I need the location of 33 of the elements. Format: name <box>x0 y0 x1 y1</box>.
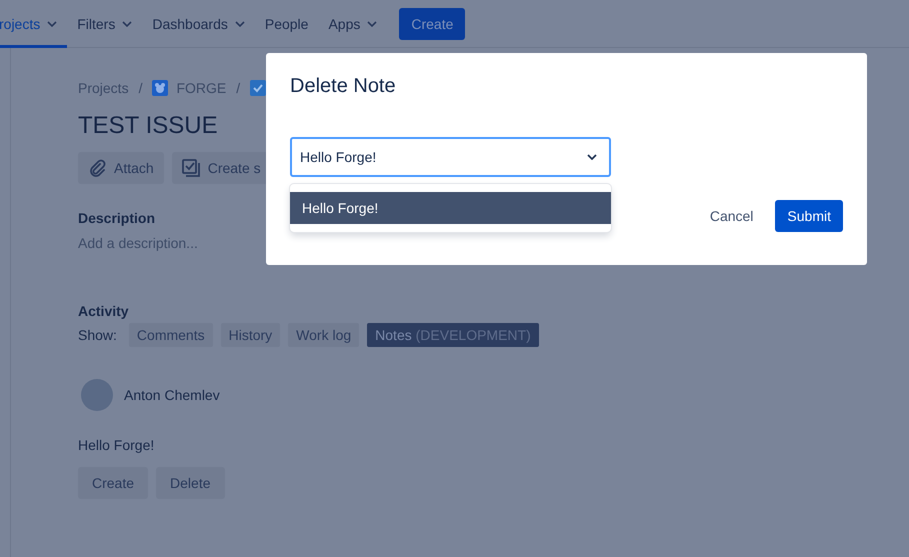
nav-menu-item[interactable]: Dashboards <box>142 0 255 48</box>
show-label: Show: <box>78 327 117 343</box>
checkbox-icon <box>250 80 266 96</box>
activity-filter-tab[interactable]: Work log <box>288 323 360 347</box>
issue-title: TEST ISSUE <box>78 112 219 140</box>
dropdown-option[interactable]: Hello Forge! <box>290 192 611 224</box>
issue-action-button[interactable]: Attach <box>78 152 164 184</box>
author-name: Anton Chemlev <box>124 387 220 403</box>
checkbox-icon <box>182 159 200 177</box>
activity-filter-tab[interactable]: Comments <box>128 323 213 347</box>
chevron-down-icon <box>587 154 597 160</box>
section-heading: Activity <box>78 303 130 319</box>
nav-menu-item[interactable]: Apps <box>318 0 388 48</box>
breadcrumb-link[interactable]: Projects <box>78 80 129 96</box>
cancel-button[interactable]: Cancel <box>698 200 766 232</box>
note-action-button[interactable]: Create <box>78 467 148 499</box>
submit-button[interactable]: Submit <box>775 200 843 232</box>
note-text: Hello Forge! <box>78 437 156 453</box>
note-action-button[interactable]: Delete <box>156 467 224 499</box>
modal-title: Delete Note <box>290 75 397 98</box>
nav-menu-item[interactable]: People <box>254 0 318 48</box>
breadcrumb-separator: / <box>236 80 240 96</box>
breadcrumb-link[interactable]: FORGE <box>176 80 226 96</box>
nav-menu-item[interactable]: rojects <box>0 0 68 48</box>
project-avatar-icon <box>152 80 168 96</box>
note-select[interactable]: Hello Forge! <box>290 137 611 177</box>
activity-filter-tab[interactable]: History <box>220 323 280 347</box>
create-button[interactable]: Create <box>399 8 466 40</box>
avatar-placeholder <box>81 379 113 411</box>
section-heading: Description <box>78 210 156 226</box>
nav-menu-item[interactable]: Filters <box>67 0 142 48</box>
paperclip-icon <box>88 159 106 177</box>
breadcrumb-separator: / <box>138 80 142 96</box>
